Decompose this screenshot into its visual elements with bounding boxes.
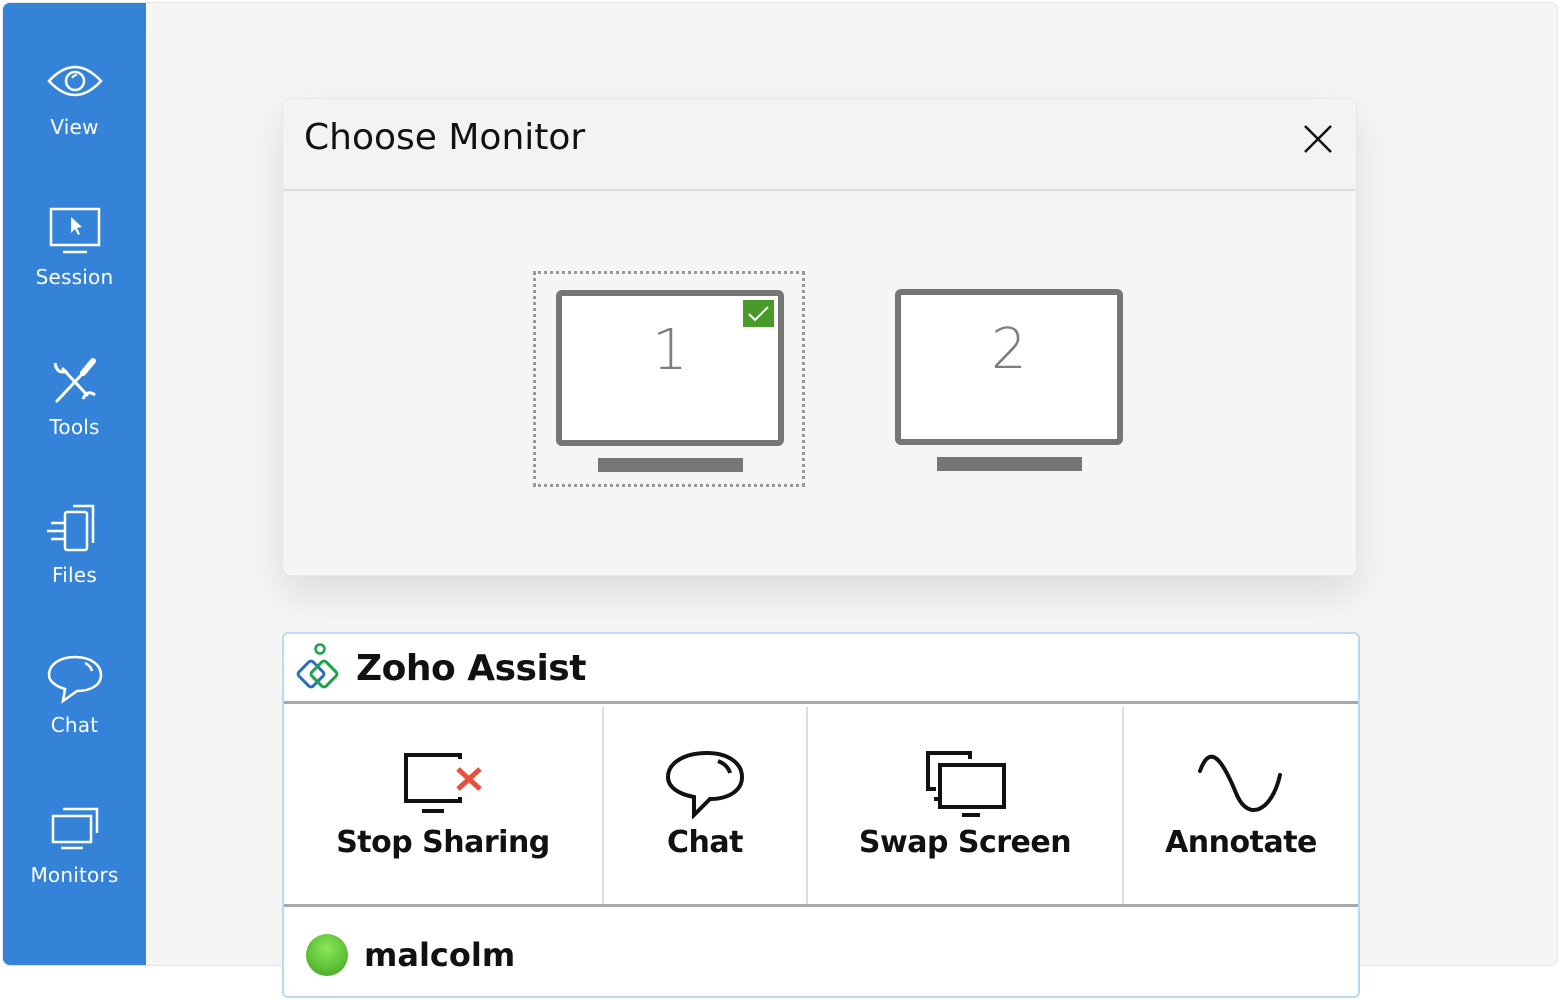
chat-bubble-icon [47,655,102,704]
action-label: Swap Screen [858,825,1072,860]
chat-button[interactable]: Chat [604,707,808,904]
chat-icon [665,750,745,819]
sidebar-item-label: Files [52,563,97,587]
monitor-stand [598,458,743,472]
user-name: malcolm [364,936,516,974]
monitors-icon [51,807,98,850]
assist-title: Zoho Assist [356,648,586,689]
action-label: Annotate [1165,825,1317,860]
monitor-screen: 1 [556,290,784,446]
sidebar-item-monitors[interactable]: Monitors [3,803,146,923]
sidebar-item-files[interactable]: Files [3,503,146,623]
sidebar-item-chat[interactable]: Chat [3,653,146,773]
monitor-screen: 2 [895,289,1123,445]
monitor-stand [937,457,1082,471]
files-icon [46,504,94,552]
zoho-assist-panel: Zoho Assist Stop Sharing Chat Swap Scree… [282,632,1360,998]
action-label: Stop Sharing [336,825,550,860]
monitor-option-1[interactable]: 1 [533,271,805,487]
stop-sharing-icon [404,753,482,813]
zoho-assist-logo-icon [296,643,339,689]
monitor-number: 1 [652,318,688,383]
close-icon [1304,125,1332,153]
online-status-indicator [306,934,348,976]
sidebar-item-label: Session [35,265,114,289]
annotate-icon [1198,754,1282,812]
selected-check-badge [743,300,774,327]
stop-sharing-button[interactable]: Stop Sharing [284,707,604,904]
sidebar-item-session[interactable]: Session [3,205,146,325]
eye-icon [46,65,103,97]
action-label: Chat [667,825,743,860]
monitor-option-2[interactable]: 2 [895,289,1125,479]
assist-actions: Stop Sharing Chat Swap Screen Annotate [284,707,1358,907]
annotate-button[interactable]: Annotate [1124,707,1358,904]
close-button[interactable] [1300,121,1336,157]
swap-screen-icon [926,751,1006,817]
session-user: malcolm [284,910,1358,998]
sidebar-item-label: Tools [49,415,100,439]
sidebar: View Session Tools Files Chat Monitors [3,3,146,965]
dialog-header: Choose Monitor [283,99,1356,191]
choose-monitor-dialog: Choose Monitor 1 2 [282,98,1357,576]
assist-header: Zoho Assist [284,634,1358,704]
sidebar-item-tools[interactable]: Tools [3,355,146,475]
swap-screen-button[interactable]: Swap Screen [808,707,1124,904]
sidebar-item-label: Monitors [30,863,119,887]
dialog-title: Choose Monitor [304,117,586,158]
sidebar-item-label: Chat [50,713,99,737]
sidebar-item-label: View [50,115,99,139]
sidebar-item-view[interactable]: View [3,55,146,175]
monitor-cursor-icon [49,207,100,254]
tools-icon [53,358,96,403]
checkmark-icon [748,306,769,322]
monitor-number: 2 [991,317,1027,382]
